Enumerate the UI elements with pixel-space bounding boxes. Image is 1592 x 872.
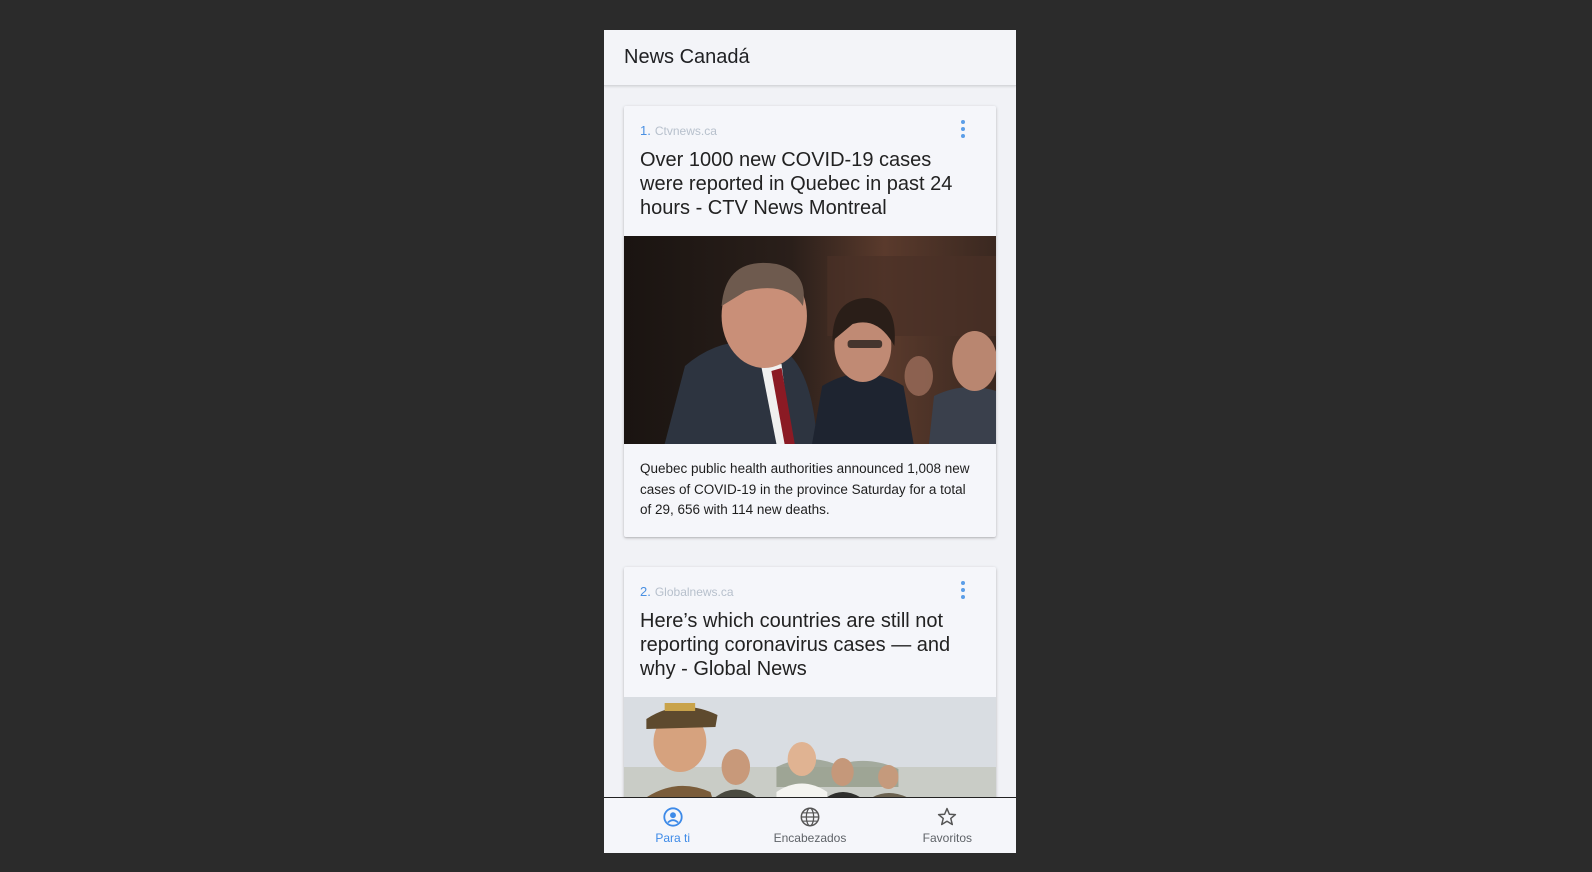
source-line: 2. Globalnews.ca	[640, 584, 980, 599]
article-headline[interactable]: Over 1000 new COVID-19 cases were report…	[640, 148, 980, 220]
more-options-button[interactable]	[956, 118, 970, 140]
news-feed[interactable]: 1. Ctvnews.ca Over 1000 new COVID-19 cas…	[604, 86, 1016, 797]
app-frame: News Canadá 1. Ctvnews.ca Over 1000 new …	[604, 30, 1016, 853]
article-rank: 1.	[640, 123, 651, 138]
more-vert-icon	[961, 580, 965, 585]
source-domain: Ctvnews.ca	[654, 124, 717, 138]
article-image[interactable]	[624, 696, 996, 797]
news-card[interactable]: 1. Ctvnews.ca Over 1000 new COVID-19 cas…	[624, 106, 996, 537]
nav-tab-para-ti[interactable]: Para ti	[604, 798, 741, 853]
star-icon	[938, 807, 957, 826]
card-header: 1. Ctvnews.ca Over 1000 new COVID-19 cas…	[624, 106, 996, 236]
nav-label: Encabezados	[773, 831, 847, 845]
nav-label: Favoritos	[922, 831, 972, 845]
source-line: 1. Ctvnews.ca	[640, 123, 980, 138]
app-bar: News Canadá	[604, 30, 1016, 86]
app-title: News Canadá	[624, 46, 750, 68]
globe-icon	[800, 807, 820, 827]
article-image[interactable]	[624, 236, 996, 444]
news-card[interactable]: 2. Globalnews.ca Here’s which countries …	[624, 566, 996, 797]
article-rank: 2.	[640, 583, 651, 599]
nav-tab-favoritos[interactable]: Favoritos	[879, 798, 1016, 853]
card-header: 2. Globalnews.ca Here’s which countries …	[624, 567, 996, 697]
article-description: Quebec public health authorities announc…	[640, 461, 970, 517]
account-circle-icon	[663, 807, 683, 827]
more-options-button[interactable]	[956, 579, 970, 601]
article-headline[interactable]: Here’s which countries are still not rep…	[640, 609, 980, 681]
source-domain: Globalnews.ca	[654, 584, 734, 599]
nav-label: Para ti	[655, 831, 690, 845]
more-vert-icon	[961, 120, 965, 124]
nav-tab-encabezados[interactable]: Encabezados	[741, 798, 878, 853]
bottom-navigation: Para ti Encabezados Favoritos	[604, 797, 1016, 853]
